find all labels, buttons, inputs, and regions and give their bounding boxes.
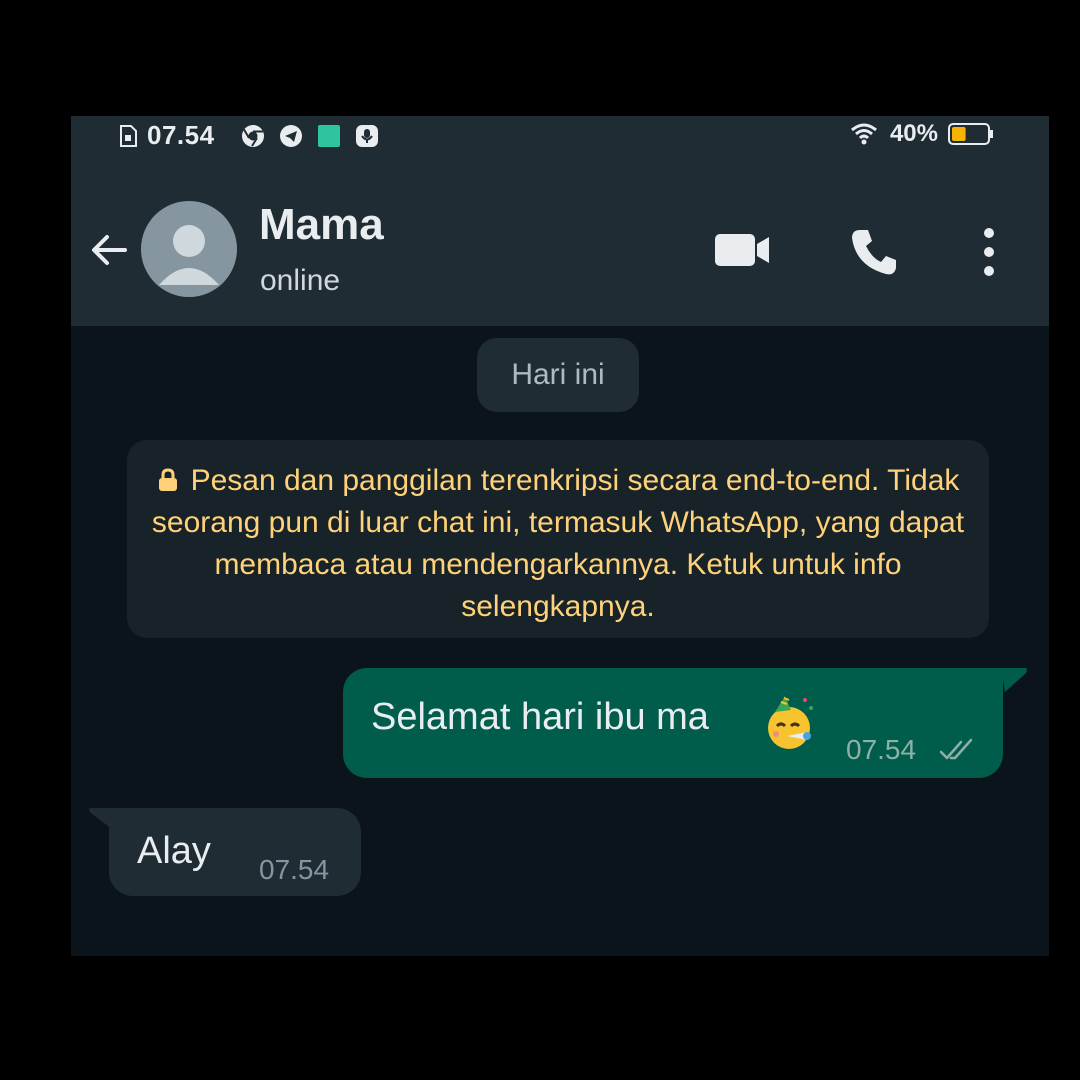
message-time: 07.54	[846, 734, 917, 765]
sim-icon	[120, 124, 137, 147]
encryption-notice[interactable]: Pesan dan panggilan terenkripsi secara e…	[127, 440, 989, 638]
status-time: 07.54	[147, 120, 215, 150]
mic-icon	[355, 124, 378, 147]
battery-icon	[948, 123, 993, 145]
encryption-notice-text: Pesan dan panggilan terenkripsi secara e…	[151, 464, 965, 623]
telegram-icon	[279, 124, 302, 147]
battery-percent: 40%	[889, 120, 938, 147]
app-icon	[317, 124, 340, 147]
incoming-message[interactable]: Alay 07.54	[109, 808, 361, 896]
contact-name[interactable]: Mama	[259, 200, 384, 250]
chrome-icon	[241, 124, 264, 147]
contact-status: online	[260, 264, 341, 297]
avatar[interactable]	[141, 201, 237, 297]
whatsapp-chat-screen: 07.54 40% Mama online Hari ini Pesan dan…	[71, 116, 1049, 956]
battery-level-fill	[952, 127, 966, 141]
partying-face-emoji	[768, 696, 813, 749]
wifi-icon	[850, 123, 877, 145]
more-options-icon[interactable]	[976, 226, 1002, 278]
outgoing-bubble-tail	[1001, 668, 1027, 692]
outgoing-message[interactable]: Selamat hari ibu ma 07.54	[343, 668, 1003, 778]
top-bar: 07.54 40% Mama online	[71, 116, 1049, 326]
video-call-icon[interactable]	[713, 230, 771, 270]
avatar-icon	[159, 225, 219, 285]
message-text: Alay	[137, 830, 211, 872]
message-text: Selamat hari ibu ma	[371, 696, 709, 738]
back-arrow-icon[interactable]	[85, 226, 133, 274]
lock-icon	[158, 468, 177, 491]
chat-header: Mama online	[71, 186, 1049, 316]
status-bar: 07.54 40%	[71, 116, 1049, 156]
phone-call-icon[interactable]	[848, 226, 900, 278]
date-chip: Hari ini	[477, 338, 639, 412]
read-ticks-icon	[939, 738, 973, 760]
message-time: 07.54	[259, 854, 330, 885]
